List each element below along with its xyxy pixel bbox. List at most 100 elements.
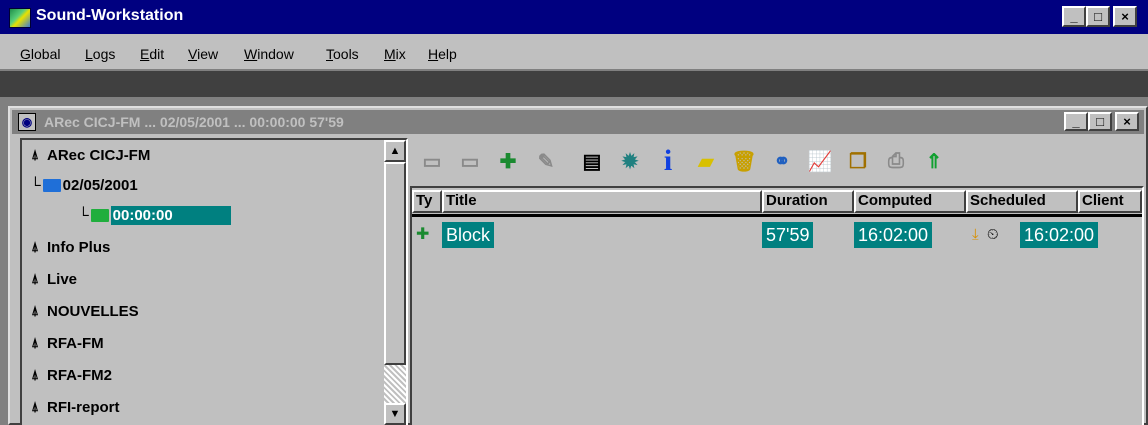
link-button[interactable]: ⚭ [764, 143, 800, 179]
print-icon: ⎙ [888, 149, 904, 172]
log-child-window: ◉ ARec CICJ-FM ... 02/05/2001 ... 00:00:… [8, 106, 1148, 425]
column-header-duration[interactable]: Duration [762, 190, 854, 213]
column-header-scheduled[interactable]: Scheduled [966, 190, 1078, 213]
app-toolbar-strip [0, 71, 1148, 97]
maximize-icon: □ [1096, 114, 1104, 129]
maximize-button[interactable]: □ [1086, 6, 1110, 27]
add-block-button[interactable]: ✚ [490, 143, 526, 179]
scroll-up-button[interactable]: ▲ [384, 140, 406, 162]
move-button[interactable]: ▰ [688, 143, 724, 179]
antenna-mast-icon: ⍋ [31, 335, 39, 350]
chart-button[interactable]: 📈 [802, 143, 838, 179]
folder-icon [42, 178, 61, 192]
tree-item-rfi-report[interactable]: ⍋ RFI-report [28, 392, 119, 422]
properties-icon: ▤ [582, 150, 602, 173]
add-block-icon: ✚ [499, 150, 517, 173]
info-icon: i [663, 144, 673, 177]
new-block-icon: ▭ [422, 150, 442, 173]
upload-button[interactable]: ⇑ [916, 143, 952, 179]
print-button[interactable]: ⎙ [878, 143, 914, 179]
log-toolbar: ▭ ▭ ✚ ✎ ▤ ✹ i ▰ 🗑 ⚭ 📈 ❐ ⎙ ⇑ [410, 138, 1144, 184]
menu-logs[interactable]: Logs [85, 46, 115, 62]
minimize-icon: _ [1072, 114, 1080, 129]
child-minimize-button[interactable]: _ [1064, 112, 1088, 131]
app-title: Sound-Workstation [36, 7, 184, 24]
folder-clock-icon [90, 208, 109, 222]
scroll-thumb[interactable] [384, 162, 406, 365]
menu-global[interactable]: Global [20, 46, 60, 62]
info-button[interactable]: i [650, 143, 686, 179]
tree-item-nouvelles[interactable]: ⍋ NOUVELLES [28, 296, 139, 326]
tree-branch-line: └ [30, 176, 41, 194]
close-icon: × [1123, 114, 1131, 129]
log-content-pane: ▭ ▭ ✚ ✎ ▤ ✹ i ▰ 🗑 ⚭ 📈 ❐ ⎙ ⇑ Ty Title Dur… [410, 138, 1144, 425]
app-window-controls: _ □ × [1062, 6, 1137, 27]
row-computed: 16:02:00 [854, 222, 933, 248]
arrow-down-icon: ▼ [389, 408, 401, 420]
antenna-mast-icon: ⍋ [31, 271, 39, 286]
antenna-mast-icon: ⍋ [31, 303, 39, 318]
log-tree[interactable]: ⍋ ARec CICJ-FM └ 02/05/2001 └ 00:00:00 ⍋… [20, 138, 408, 425]
antenna-mast-icon: ⍋ [31, 367, 39, 382]
child-maximize-button[interactable]: □ [1088, 112, 1112, 131]
scroll-track[interactable] [384, 365, 406, 403]
menu-mix[interactable]: Mix [384, 46, 406, 62]
antenna-mast-icon: ⍋ [31, 239, 39, 254]
close-icon: × [1121, 9, 1129, 24]
column-header-client[interactable]: Client [1078, 190, 1142, 213]
menu-edit[interactable]: Edit [140, 46, 164, 62]
delete-icon: 🗑 [731, 150, 757, 173]
column-header-title[interactable]: Title [442, 190, 762, 213]
menu-tools[interactable]: Tools [326, 46, 359, 62]
tree-scrollbar[interactable]: ▲ ▼ [384, 140, 406, 425]
table-row[interactable]: ✚ Block 57'59 16:02:00 ⤓ ⏲ 16:02:00 [412, 222, 1142, 248]
tree-item-info-plus[interactable]: ⍋ Info Plus [28, 232, 110, 262]
menu-window[interactable]: Window [244, 46, 294, 62]
column-header-type[interactable]: Ty [412, 190, 442, 213]
row-duration: 57'59 [762, 222, 814, 248]
menu-view[interactable]: View [188, 46, 218, 62]
move-icon: ▰ [698, 150, 714, 173]
child-close-button[interactable]: × [1115, 112, 1139, 131]
clock-icon: ⏲ [986, 226, 999, 243]
minimize-icon: _ [1070, 9, 1078, 24]
copy-button[interactable]: ❐ [840, 143, 876, 179]
tree-item-time[interactable]: └ 00:00:00 [78, 200, 231, 230]
tree-item-arec-cicj-fm[interactable]: ⍋ ARec CICJ-FM [28, 140, 150, 170]
header-divider [412, 214, 1142, 217]
antenna-mast-icon: ⍋ [31, 147, 39, 162]
tree-item-date[interactable]: └ 02/05/2001 [30, 170, 138, 200]
properties-button[interactable]: ▤ [574, 143, 610, 179]
menu-help[interactable]: Help [428, 46, 457, 62]
close-button[interactable]: × [1113, 6, 1137, 27]
log-window-icon[interactable]: ◉ [18, 113, 36, 131]
tree-branch-line: └ [78, 206, 89, 224]
scheduled-icons: ⤓ ⏲ [972, 222, 999, 248]
child-titlebar[interactable]: ◉ ARec CICJ-FM ... 02/05/2001 ... 00:00:… [12, 110, 1144, 134]
link-icon: ⚭ [773, 150, 791, 173]
upload-icon: ⇑ [925, 150, 943, 173]
minimize-button[interactable]: _ [1062, 6, 1086, 27]
settings-button[interactable]: ✹ [612, 143, 648, 179]
tree-item-rfa-fm[interactable]: ⍋ RFA-FM [28, 328, 104, 358]
column-header-computed[interactable]: Computed [854, 190, 966, 213]
maximize-icon: □ [1094, 9, 1102, 24]
copy-icon: ❐ [849, 150, 867, 173]
block-clock-icon: ✚ [416, 226, 430, 243]
antenna-mast-icon: ⍋ [31, 399, 39, 414]
arrow-up-icon: ▲ [389, 145, 401, 157]
child-title: ARec CICJ-FM ... 02/05/2001 ... 00:00:00… [44, 114, 344, 130]
app-logo-icon[interactable] [9, 8, 31, 28]
settings-icon: ✹ [621, 150, 639, 173]
edit-block-icon: ✎ [537, 150, 555, 173]
edit-block-button[interactable]: ✎ [528, 143, 564, 179]
insert-block-button[interactable]: ▭ [452, 143, 488, 179]
tree-item-rfa-fm2[interactable]: ⍋ RFA-FM2 [28, 360, 112, 390]
new-block-button[interactable]: ▭ [414, 143, 450, 179]
row-scheduled: 16:02:00 [1020, 222, 1099, 248]
tree-item-live[interactable]: ⍋ Live [28, 264, 77, 294]
app-titlebar: Sound-Workstation _ □ × [0, 0, 1148, 34]
log-grid[interactable]: Ty Title Duration Computed Scheduled Cli… [410, 186, 1144, 425]
delete-button[interactable]: 🗑 [726, 143, 762, 179]
scroll-down-button[interactable]: ▼ [384, 403, 406, 425]
